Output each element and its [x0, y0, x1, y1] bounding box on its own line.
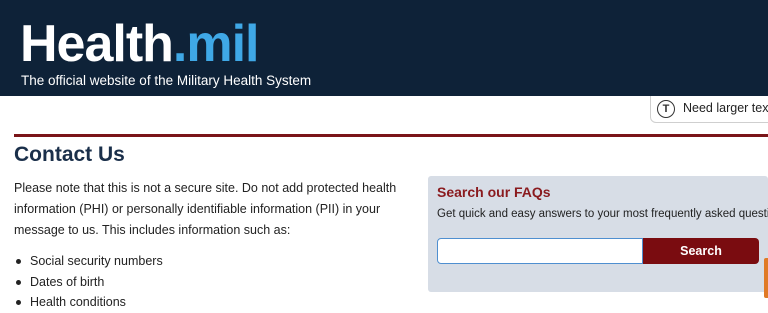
logo-health: Health	[20, 15, 174, 73]
faq-description: Get quick and easy answers to your most …	[437, 208, 768, 220]
list-item: Health conditions	[16, 292, 163, 313]
larger-text-toggle[interactable]: T Need larger text?	[650, 96, 768, 123]
pii-examples-list: Social security numbers Dates of birth H…	[16, 251, 163, 313]
site-logo[interactable]: Health.mil	[20, 14, 259, 74]
title-divider	[14, 134, 768, 137]
privacy-notice: Please note that this is not a secure si…	[14, 181, 397, 237]
logo-mil: .mil	[172, 15, 260, 73]
text-size-icon: T	[657, 100, 675, 118]
site-tagline: The official website of the Military Hea…	[21, 73, 312, 88]
faq-search-button[interactable]: Search	[643, 238, 759, 264]
faq-search-panel: Search our FAQs Get quick and easy answe…	[428, 176, 768, 292]
larger-text-label: Need larger text?	[683, 101, 768, 115]
list-item: Social security numbers	[16, 251, 163, 272]
feedback-tab[interactable]	[764, 258, 768, 298]
faq-heading: Search our FAQs	[437, 184, 551, 200]
faq-search-input[interactable]	[437, 238, 643, 264]
page-title: Contact Us	[14, 143, 125, 166]
site-header: Health.mil The official website of the M…	[0, 0, 768, 96]
list-item: Dates of birth	[16, 272, 163, 293]
